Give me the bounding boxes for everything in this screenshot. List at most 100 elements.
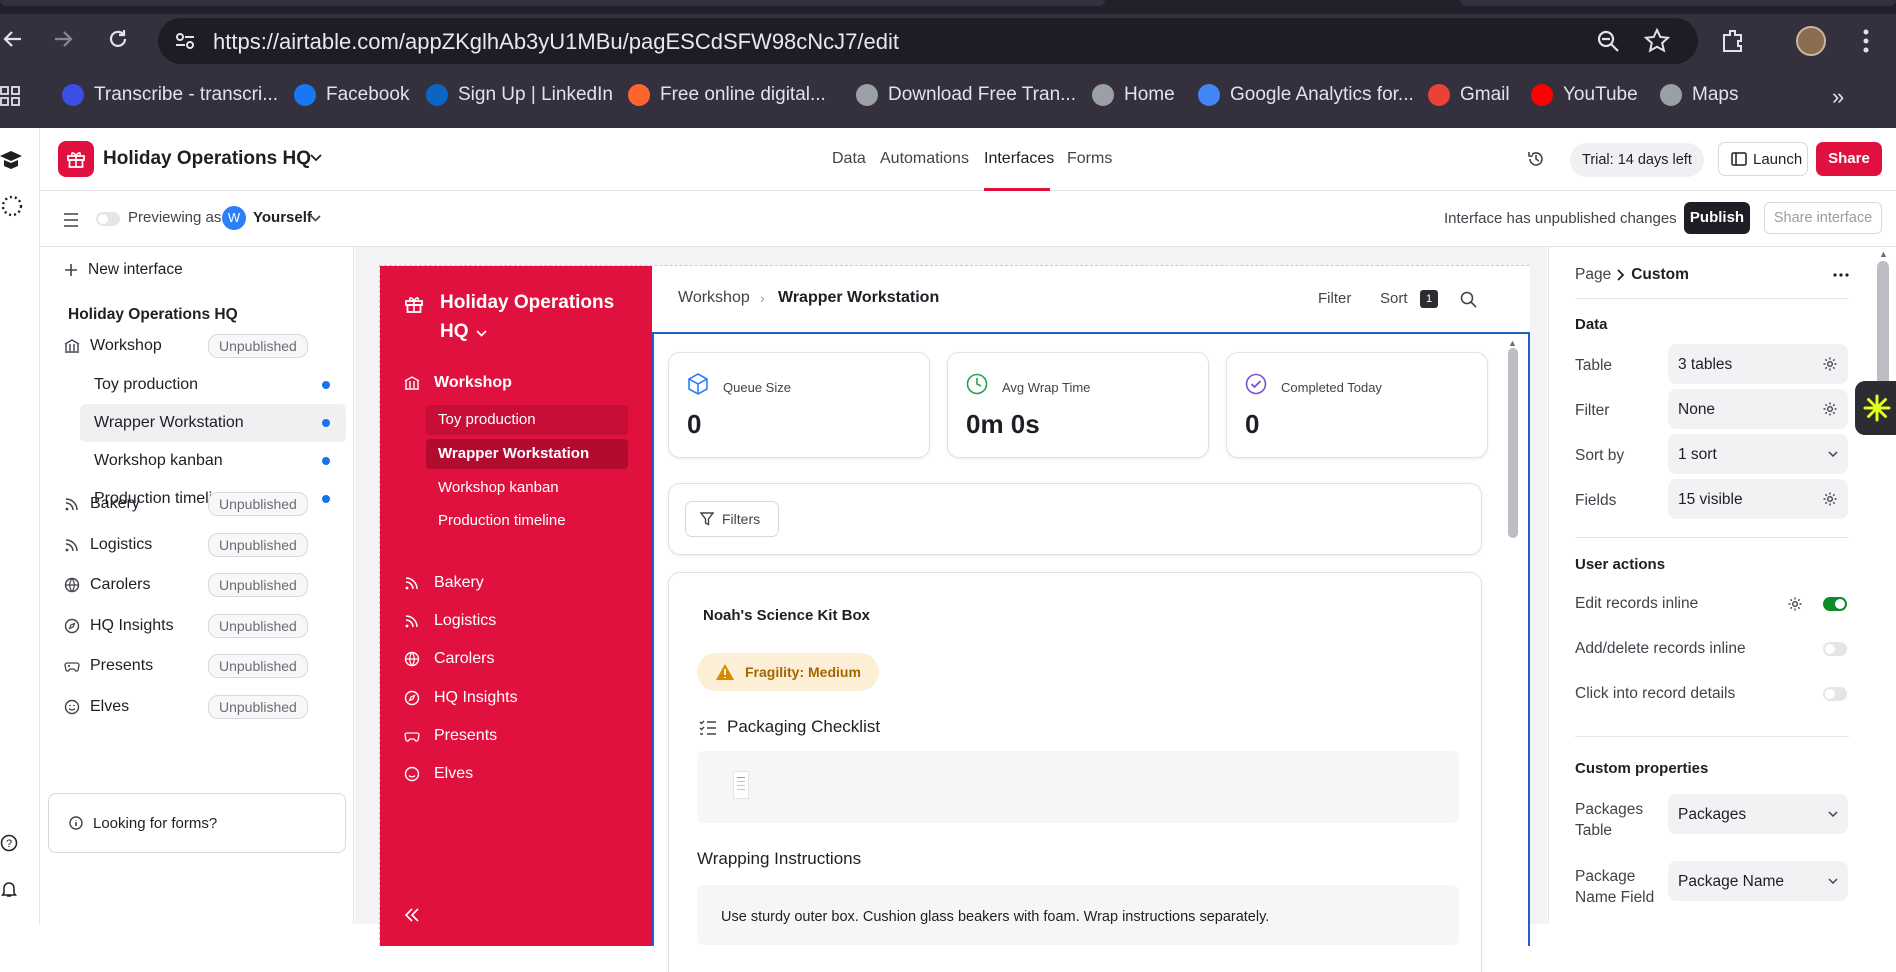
forward-icon[interactable] [52,28,74,50]
browser-menu-icon[interactable] [1862,28,1870,54]
browser-tab[interactable] [1460,0,1896,6]
interface-title-line2[interactable]: HQ [440,321,469,343]
sidebar-group-presents[interactable]: Presents Unpublished [40,647,354,685]
chevron-down-icon[interactable] [1828,811,1838,817]
nav-interfaces[interactable]: Interfaces [984,150,1054,168]
bookmark-item[interactable]: Google Analytics for... [1198,84,1414,106]
custom-property-select[interactable]: Packages [1668,794,1848,834]
home-icon[interactable] [0,150,22,170]
site-info-icon[interactable] [174,30,196,52]
checklist-attachment[interactable] [697,751,1459,823]
record-title[interactable]: Noah's Science Kit Box [703,607,870,624]
filters-button[interactable]: Filters [685,501,779,537]
gear-icon[interactable] [1822,491,1838,507]
zoom-icon[interactable] [1596,29,1620,53]
assistant-launcher[interactable] [1855,381,1896,435]
props-breadcrumb-page[interactable]: Page [1575,266,1611,284]
bookmark-item[interactable]: Sign Up | LinkedIn [426,84,613,106]
base-logo[interactable] [58,141,94,177]
interface-nav-bakery[interactable]: Bakery [404,574,484,592]
sidebar-group-workshop[interactable]: Workshop Unpublished [40,327,354,365]
user-action-toggle[interactable] [1823,687,1847,701]
interface-page-item[interactable]: Production timeline [426,506,628,536]
nav-data[interactable]: Data [832,150,866,168]
scrollbar-thumb[interactable] [1508,348,1518,538]
gear-icon[interactable] [1822,401,1838,417]
sidebar-group-logistics[interactable]: Logistics Unpublished [40,526,354,564]
chevron-down-icon[interactable] [310,154,322,162]
more-options-icon[interactable] [1833,273,1849,277]
scroll-up-icon[interactable]: ▲ [1879,249,1888,259]
chevron-down-icon[interactable] [1828,451,1838,457]
bookmarks-overflow-icon[interactable]: » [1832,84,1844,110]
publish-button[interactable]: Publish [1684,202,1750,234]
browser-tab[interactable] [0,0,1105,6]
preview-toggle[interactable] [96,212,120,226]
sort-button[interactable]: Sort [1380,290,1408,307]
share-button[interactable]: Share [1816,142,1882,176]
breadcrumb-parent[interactable]: Workshop [678,289,750,307]
instructions-field[interactable]: Use sturdy outer box. Cushion glass beak… [697,885,1459,945]
scroll-up-icon[interactable]: ▲ [1508,338,1517,348]
interface-nav-logistics[interactable]: Logistics [404,612,496,630]
extensions-icon[interactable] [1720,27,1746,53]
address-bar[interactable]: https://airtable.com/appZKglhAb3yU1MBu/p… [158,18,1698,64]
bookmark-item[interactable]: Download Free Tran... [856,84,1076,106]
gear-icon[interactable] [1822,356,1838,372]
star-icon[interactable] [1644,28,1670,54]
data-row-select[interactable]: 15 visible [1668,479,1848,519]
history-icon[interactable] [1527,150,1545,168]
user-action-toggle[interactable] [1823,597,1847,611]
bookmark-item[interactable]: Maps [1660,84,1738,106]
custom-property-select[interactable]: Package Name [1668,861,1848,901]
reload-icon[interactable] [106,27,130,51]
interface-nav-workshop[interactable]: Workshop [404,374,512,392]
bookmark-item[interactable]: Gmail [1428,84,1510,106]
bookmark-item[interactable]: Facebook [294,84,409,106]
bookmark-item[interactable]: Transcribe - transcri... [62,84,278,106]
sidebar-group-elves[interactable]: Elves Unpublished [40,688,354,726]
attachment-thumbnail[interactable] [733,771,749,799]
forms-hint[interactable]: Looking for forms? [48,793,346,853]
data-row-select[interactable]: 3 tables [1668,344,1848,384]
preview-user[interactable]: Yourself [253,209,312,226]
trial-badge[interactable]: Trial: 14 days left [1570,143,1704,177]
bookmark-item[interactable]: Home [1092,84,1175,106]
data-row-select[interactable]: None [1668,389,1848,429]
chevron-down-icon[interactable] [476,330,487,337]
notifications-icon[interactable] [0,880,18,898]
help-icon[interactable]: ? [0,834,18,852]
nav-forms[interactable]: Forms [1067,150,1112,168]
interface-nav-elves[interactable]: Elves [404,765,473,783]
sidebar-page-item[interactable]: Toy production [80,366,346,404]
interface-nav-carolers[interactable]: Carolers [404,650,494,668]
base-name[interactable]: Holiday Operations HQ [103,148,311,170]
profile-avatar[interactable] [1796,26,1826,56]
filter-button[interactable]: Filter [1318,290,1351,307]
bookmark-item[interactable]: Free online digital... [628,84,826,106]
launch-button[interactable]: Launch [1718,142,1808,176]
sidebar-group-carolers[interactable]: Carolers Unpublished [40,566,354,604]
new-interface-button[interactable]: New interface [64,261,183,279]
interface-nav-presents[interactable]: Presents [404,727,497,745]
share-interface-button[interactable]: Share interface [1764,202,1882,234]
back-icon[interactable] [2,28,24,50]
apps-grid-icon[interactable] [0,86,20,106]
chevron-down-icon[interactable] [1828,878,1838,884]
gear-icon[interactable] [1787,596,1803,612]
bookmark-item[interactable]: YouTube [1531,84,1638,106]
user-action-toggle[interactable] [1823,642,1847,656]
chevron-down-icon[interactable] [310,215,321,222]
sidebar-page-item[interactable]: Wrapper Workstation [80,404,346,442]
hamburger-icon[interactable] [63,213,79,227]
interface-page-item[interactable]: Workshop kanban [426,473,628,503]
data-row-select[interactable]: 1 sort [1668,434,1848,474]
sidebar-group-hq-insights[interactable]: HQ Insights Unpublished [40,607,354,645]
interface-page-item[interactable]: Wrapper Workstation [426,439,628,469]
sidebar-page-item[interactable]: Workshop kanban [80,442,346,480]
interface-nav-hq-insights[interactable]: HQ Insights [404,689,518,707]
sidebar-group-bakery[interactable]: Bakery Unpublished [40,485,354,523]
interface-page-item[interactable]: Toy production [426,405,628,435]
search-icon[interactable] [1460,291,1477,308]
nav-automations[interactable]: Automations [880,150,969,168]
